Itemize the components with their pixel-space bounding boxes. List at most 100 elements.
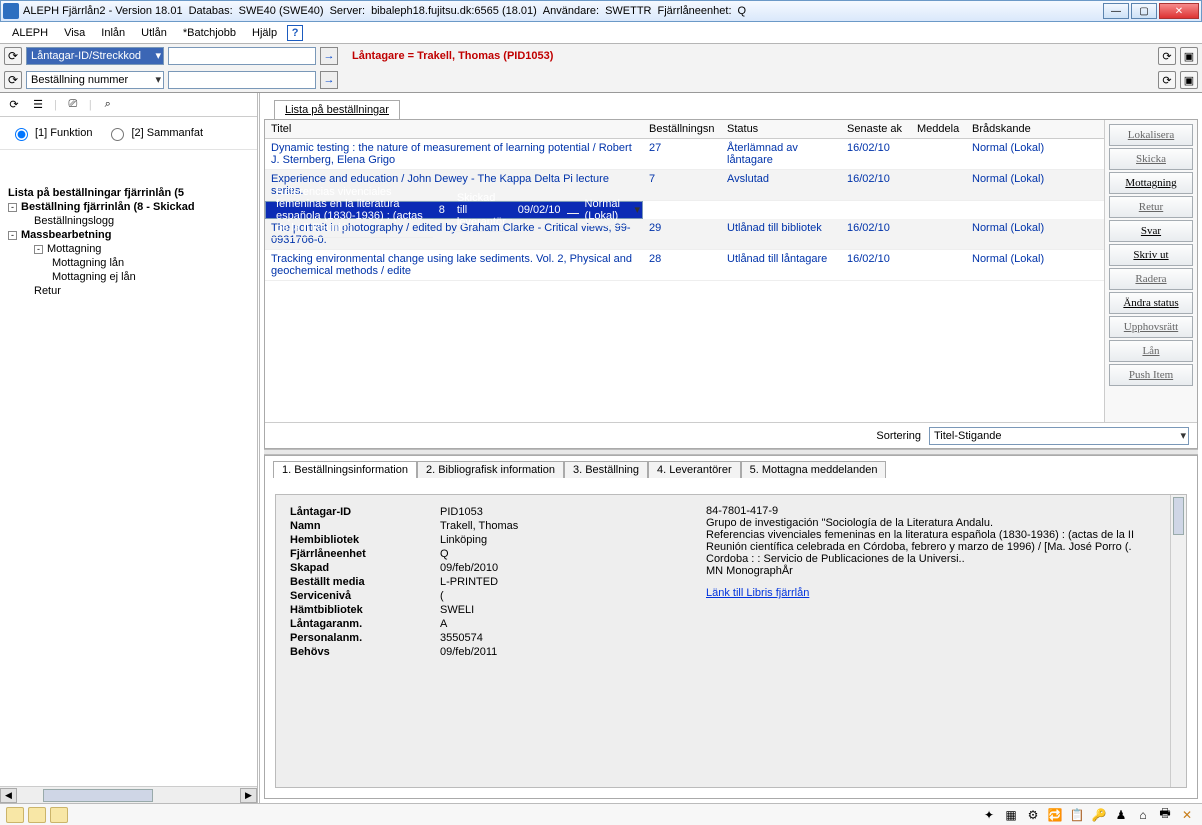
upphovsratt-button[interactable]: Upphovsrätt bbox=[1109, 316, 1193, 338]
collapse-icon[interactable]: - bbox=[8, 231, 17, 240]
tree-node-bestallning[interactable]: -Beställning fjärrinlån (8 - Skickad bbox=[6, 200, 255, 214]
tool-icon-home[interactable]: ⌂ bbox=[1134, 807, 1152, 823]
tab-refresh-icon[interactable]: ⟳ bbox=[6, 97, 22, 113]
collapse-icon[interactable]: - bbox=[34, 245, 43, 254]
tool-icon-key[interactable]: 🔑 bbox=[1090, 807, 1108, 823]
menu-visa[interactable]: Visa bbox=[58, 25, 91, 41]
mottagning-button[interactable]: Mottagning bbox=[1109, 172, 1193, 194]
menu-bar: ALEPH Visa Inlån Utlån *Batchjobb Hjälp … bbox=[0, 22, 1202, 44]
k-skapad: Skapad bbox=[290, 562, 440, 574]
patron-search-type-select[interactable]: Låntagar-ID/Streckkod bbox=[26, 47, 164, 65]
scroll-track[interactable] bbox=[17, 788, 240, 803]
maximize-button[interactable]: ▢ bbox=[1131, 3, 1157, 19]
tool-icon-2[interactable]: ▦ bbox=[1002, 807, 1020, 823]
skicka-button[interactable]: Skicka bbox=[1109, 148, 1193, 170]
app-title: ALEPH Fjärrlån2 - Version 18.01 bbox=[23, 5, 183, 17]
col-senaste[interactable]: Senaste ak bbox=[841, 120, 911, 139]
retur-button[interactable]: Retur bbox=[1109, 196, 1193, 218]
order-search-input[interactable] bbox=[168, 71, 316, 89]
scroll-thumb[interactable] bbox=[43, 789, 153, 802]
col-titel[interactable]: Titel bbox=[265, 120, 643, 139]
patron-search-go-button[interactable]: → bbox=[320, 47, 338, 65]
table-row[interactable]: Dynamic testing : the nature of measurem… bbox=[265, 139, 1104, 170]
col-status[interactable]: Status bbox=[721, 120, 841, 139]
k-bestallt-media: Beställt media bbox=[290, 576, 440, 588]
new-window-icon[interactable]: ▣ bbox=[1180, 47, 1198, 65]
tool-icon-4[interactable]: 🔁 bbox=[1046, 807, 1064, 823]
window-title-bar: ALEPH Fjärrlån2 - Version 18.01 Databas:… bbox=[0, 0, 1202, 22]
help-icon[interactable]: ? bbox=[287, 25, 303, 41]
patron-search-input[interactable] bbox=[168, 47, 316, 65]
menu-batchjobb[interactable]: *Batchjobb bbox=[177, 25, 242, 41]
refresh-icon-2[interactable]: ⟳ bbox=[4, 71, 22, 89]
table-row[interactable]: Tracking environmental change using lake… bbox=[265, 250, 1104, 281]
order-list-panel: Titel Beställningsn Status Senaste ak Me… bbox=[264, 119, 1198, 449]
tree-node-mottagning-lan[interactable]: Mottagning lån bbox=[6, 256, 255, 270]
status-icon-3[interactable] bbox=[50, 807, 68, 823]
tab-list-icon[interactable]: ☰ bbox=[30, 97, 46, 113]
close-button[interactable]: ✕ bbox=[1159, 3, 1199, 19]
col-bradskande[interactable]: Brådskande bbox=[966, 120, 1104, 139]
reload-icon[interactable]: ⟳ bbox=[1158, 47, 1176, 65]
menu-utlan[interactable]: Utlån bbox=[135, 25, 173, 41]
order-search-type-select[interactable]: Beställning nummer bbox=[26, 71, 164, 89]
minimize-button[interactable]: — bbox=[1103, 3, 1129, 19]
andra-status-button[interactable]: Ändra status bbox=[1109, 292, 1193, 314]
lan-button[interactable]: Lån bbox=[1109, 340, 1193, 362]
tree-node-bestallningslogg[interactable]: Beställningslogg bbox=[6, 214, 255, 228]
order-search-go-button[interactable]: → bbox=[320, 71, 338, 89]
reload-icon-2[interactable]: ⟳ bbox=[1158, 71, 1176, 89]
info-vscroll[interactable] bbox=[1170, 495, 1186, 787]
v-personalanm: 3550574 bbox=[440, 632, 690, 644]
menu-inlan[interactable]: Inlån bbox=[95, 25, 131, 41]
subtab-bibliografisk[interactable]: 2. Bibliografisk information bbox=[417, 461, 564, 478]
tree-node-retur[interactable]: Retur bbox=[6, 284, 255, 298]
tool-icon-3[interactable]: ⚙ bbox=[1024, 807, 1042, 823]
col-bestallningsnr[interactable]: Beställningsn bbox=[643, 120, 721, 139]
tool-icon-close[interactable]: ✕ bbox=[1178, 807, 1196, 823]
radio-sammanfat[interactable]: [2] Sammanfat bbox=[106, 125, 203, 141]
sort-select[interactable]: Titel-Stigande bbox=[929, 427, 1189, 445]
tree-node-lista[interactable]: Lista på beställningar fjärrinlån (5 bbox=[6, 186, 255, 200]
tab-filter-icon[interactable]: ⎚ bbox=[65, 97, 81, 113]
tool-icon-pawn[interactable]: ♟ bbox=[1112, 807, 1130, 823]
tool-icon-1[interactable]: ✦ bbox=[980, 807, 998, 823]
new-window-icon-2[interactable]: ▣ bbox=[1180, 71, 1198, 89]
tool-icon-5[interactable]: 📋 bbox=[1068, 807, 1086, 823]
k-serviceniva: Servicenivå bbox=[290, 590, 440, 602]
status-icon-2[interactable] bbox=[28, 807, 46, 823]
k-namn: Namn bbox=[290, 520, 440, 532]
tree-node-massbearbetning[interactable]: -Massbearbetning bbox=[6, 228, 255, 242]
left-pane-hscroll[interactable]: ◀ ▶ bbox=[0, 786, 257, 803]
push-item-button[interactable]: Push Item bbox=[1109, 364, 1193, 386]
subtab-bestallningsinformation[interactable]: 1. Beställningsinformation bbox=[273, 461, 417, 478]
subtab-mottagna[interactable]: 5. Mottagna meddelanden bbox=[741, 461, 887, 478]
libris-link[interactable]: Länk till Libris fjärrlån bbox=[706, 587, 809, 599]
svar-button[interactable]: Svar bbox=[1109, 220, 1193, 242]
skriv-ut-button[interactable]: Skriv ut bbox=[1109, 244, 1193, 266]
table-cell: 29 bbox=[643, 219, 721, 250]
refresh-icon[interactable]: ⟳ bbox=[4, 47, 22, 65]
col-meddela[interactable]: Meddela bbox=[911, 120, 966, 139]
tab-lista-bestallningar[interactable]: Lista på beställningar bbox=[274, 100, 400, 119]
tool-icon-print[interactable]: 🖶 bbox=[1156, 807, 1174, 823]
radio-funktion-input[interactable] bbox=[15, 128, 28, 141]
tab-search-icon[interactable]: ⌕ bbox=[100, 97, 116, 113]
tree-node-mottagning-ej-lan[interactable]: Mottagning ej lån bbox=[6, 270, 255, 284]
menu-hjalp[interactable]: Hjälp bbox=[246, 25, 283, 41]
lokalisera-button[interactable]: Lokalisera bbox=[1109, 124, 1193, 146]
subtab-leverantorer[interactable]: 4. Leverantörer bbox=[648, 461, 741, 478]
subtab-bestallning[interactable]: 3. Beställning bbox=[564, 461, 648, 478]
radera-button[interactable]: Radera bbox=[1109, 268, 1193, 290]
collapse-icon[interactable]: - bbox=[8, 203, 17, 212]
table-cell: Återlämnad av låntagare bbox=[721, 139, 841, 170]
menu-aleph[interactable]: ALEPH bbox=[6, 25, 54, 41]
radio-sammanfat-input[interactable] bbox=[111, 128, 124, 141]
scroll-left-icon[interactable]: ◀ bbox=[0, 788, 17, 803]
info-vscroll-thumb[interactable] bbox=[1173, 497, 1184, 535]
radio-funktion[interactable]: [1] Funktion bbox=[10, 125, 92, 141]
table-row[interactable]: Referencias vivenciales femeninas en la … bbox=[265, 201, 643, 219]
status-icon-1[interactable] bbox=[6, 807, 24, 823]
tree-node-mottagning[interactable]: -Mottagning bbox=[6, 242, 255, 256]
scroll-right-icon[interactable]: ▶ bbox=[240, 788, 257, 803]
